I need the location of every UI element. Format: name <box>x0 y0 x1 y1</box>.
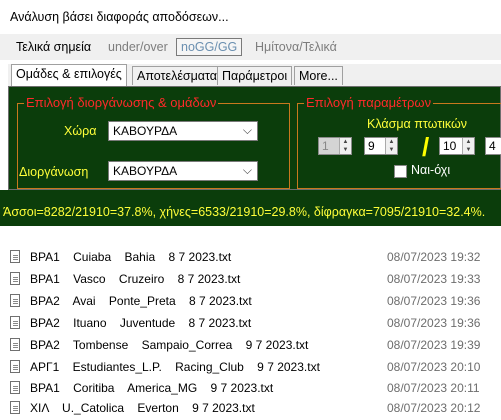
stats-bar: Άσσοι=8282/21910=37.8%, χήνες=6533/21910… <box>0 190 501 226</box>
text-file-icon <box>10 316 20 329</box>
spinner-arrows-icon[interactable]: ▲ ▼ <box>385 138 397 154</box>
file-name: BPA1 Cuiaba Bahia 8 7 2023.txt <box>30 250 232 264</box>
stats-text: Άσσοι=8282/21910=37.8%, χήνες=6533/21910… <box>3 205 486 219</box>
competition-value: ΚΑΒΟΥΡΔΑ <box>113 164 178 178</box>
spinner-arrows-icon[interactable]: ▲ ▼ <box>339 138 351 154</box>
competition-label: Διοργάνωση <box>19 165 89 179</box>
file-name: BPA1 Coritiba America_MG 9 7 2023.txt <box>30 381 274 395</box>
file-name: BPA2 Avai Ponte_Preta 8 7 2023.txt <box>30 294 252 308</box>
param-spinner-1-value: 1 <box>322 139 329 153</box>
file-name: ΑΡΓ1 Estudiantes_L.P. Racing_Club 9 7 20… <box>30 360 320 374</box>
file-date: 08/07/2023 19:33 <box>387 272 481 286</box>
group-parameters-title: Επιλογή παραμέτρων <box>304 95 434 111</box>
file-date: 08/07/2023 19:36 <box>387 294 481 308</box>
text-file-icon <box>10 338 20 351</box>
file-name: BPA2 Ituano Juventude 8 7 2023.txt <box>30 316 252 330</box>
file-name: BPA1 Vasco Cruzeiro 8 7 2023.txt <box>30 272 241 286</box>
country-label: Χώρα <box>64 124 97 138</box>
file-date: 08/07/2023 19:36 <box>387 316 481 330</box>
menu-item-halftime-final[interactable]: Ημίτονα/Τελικά <box>251 38 341 56</box>
menu-item-under-over[interactable]: under/over <box>104 38 172 56</box>
group-competition-teams-title: Επιλογή διοργάνωσης & ομάδων <box>24 95 219 111</box>
param-spinner-3-value: 10 <box>443 139 457 153</box>
fraction-slash: / <box>422 132 430 162</box>
file-date: 08/07/2023 20:11 <box>387 381 480 395</box>
file-date: 08/07/2023 19:39 <box>387 338 481 352</box>
country-value: ΚΑΒΟΥΡΔΑ <box>113 124 178 138</box>
tab-strip: Ομάδες & επιλογές Αποτελέσματα Παράμετρο… <box>8 64 501 86</box>
param-spinner-2-value: 9 <box>368 139 375 153</box>
file-date: 08/07/2023 20:10 <box>387 360 481 374</box>
text-file-icon <box>10 250 20 263</box>
spinner-arrows-icon[interactable]: ▲ ▼ <box>462 138 474 154</box>
tab-teams-options[interactable]: Ομάδες & επιλογές <box>11 64 127 86</box>
fraction-label: Κλάσμα πτωτικών <box>367 117 468 131</box>
tab-results[interactable]: Αποτελέσματα <box>132 66 223 85</box>
list-item[interactable]: BPA1 Coritiba America_MG 9 7 2023.txt 08… <box>0 378 501 400</box>
list-item[interactable]: ΑΡΓ1 Estudiantes_L.P. Racing_Club 9 7 20… <box>0 357 501 379</box>
menu-item-final-points[interactable]: Τελικά σημεία <box>12 38 95 56</box>
menu-item-nogg-gg[interactable]: noGG/GG <box>176 38 243 56</box>
param-spinner-3[interactable]: 10 ▲ ▼ <box>439 137 475 155</box>
text-file-icon <box>10 381 20 394</box>
text-file-icon <box>10 294 20 307</box>
competition-combobox[interactable]: ΚΑΒΟΥΡΔΑ ⌵ <box>108 161 258 181</box>
window-titlebar: Ανάλυση βάσει διαφοράς αποδόσεων... <box>0 0 501 34</box>
param-spinner-4[interactable]: 4 <box>485 137 501 155</box>
list-item[interactable]: BPA2 Tombense Sampaio_Correa 9 7 2023.tx… <box>0 335 501 357</box>
list-item[interactable]: BPA1 Cuiaba Bahia 8 7 2023.txt 08/07/202… <box>0 247 501 269</box>
menu-bar: Τελικά σημεία under/over noGG/GG Ημίτονα… <box>0 34 501 60</box>
chevron-down-icon: ⌵ <box>242 163 252 177</box>
file-name: BPA2 Tombense Sampaio_Correa 9 7 2023.tx… <box>30 338 309 352</box>
text-file-icon <box>10 360 20 373</box>
list-item[interactable]: BPA2 Avai Ponte_Preta 8 7 2023.txt 08/07… <box>0 291 501 313</box>
list-item[interactable]: BPA2 Ituano Juventude 8 7 2023.txt 08/07… <box>0 313 501 335</box>
param-spinner-1[interactable]: 1 ▲ ▼ <box>318 137 352 155</box>
list-item[interactable]: ΧΙΛ U._Catolica Everton 9 7 2023.txt 08/… <box>0 398 501 420</box>
tab-more[interactable]: More... <box>294 66 343 85</box>
list-item[interactable]: BPA1 Vasco Cruzeiro 8 7 2023.txt 08/07/2… <box>0 269 501 291</box>
chevron-down-icon: ⌵ <box>242 123 252 137</box>
country-combobox[interactable]: ΚΑΒΟΥΡΔΑ ⌵ <box>108 121 258 141</box>
param-spinner-2[interactable]: 9 ▲ ▼ <box>364 137 398 155</box>
window-title: Ανάλυση βάσει διαφοράς αποδόσεων... <box>10 10 229 24</box>
text-file-icon <box>10 401 20 414</box>
yes-no-label: Ναι-όχι <box>411 163 451 177</box>
yes-no-checkbox[interactable] <box>394 165 407 178</box>
file-date: 08/07/2023 19:32 <box>387 250 481 264</box>
text-file-icon <box>10 272 20 285</box>
param-spinner-4-value: 4 <box>489 139 496 153</box>
options-panel: Επιλογή διοργάνωσης & ομάδων Χώρα ΚΑΒΟΥΡ… <box>8 86 501 190</box>
tab-parameters[interactable]: Παράμετροι <box>217 66 293 85</box>
